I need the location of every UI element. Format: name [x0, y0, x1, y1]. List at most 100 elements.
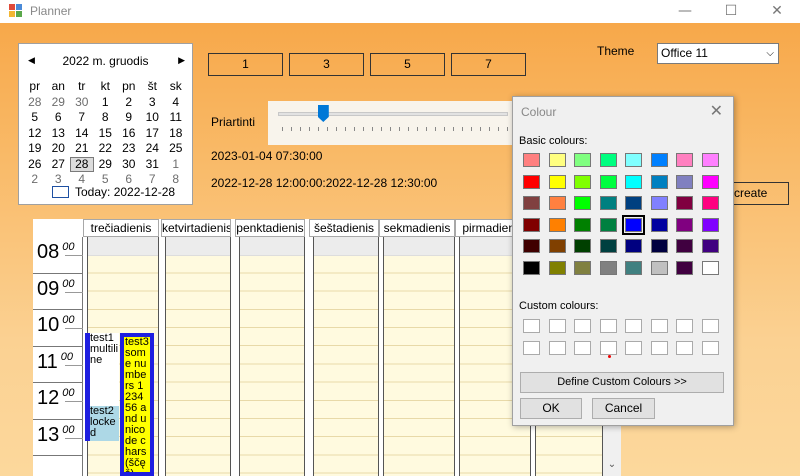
basic-colour-swatch[interactable]: [701, 196, 719, 210]
basic-colour-swatch[interactable]: [650, 260, 668, 275]
basic-colour-swatch[interactable]: [523, 260, 540, 275]
basic-colour-swatch[interactable]: [625, 174, 642, 189]
basic-colour-swatch[interactable]: [599, 196, 617, 210]
triangle-right-icon[interactable]: ▶: [178, 55, 185, 66]
basic-colour-swatch[interactable]: [523, 153, 540, 167]
basic-colour-swatch[interactable]: [599, 239, 617, 253]
calendar-day[interactable]: 2: [117, 95, 141, 111]
custom-colour-swatch[interactable]: [523, 341, 540, 355]
calendar-day[interactable]: 12: [23, 126, 47, 142]
calendar-day[interactable]: 31: [141, 157, 165, 173]
today-label[interactable]: Today: 2022-12-28: [75, 185, 175, 199]
days-5-button[interactable]: 5: [370, 53, 445, 76]
basic-colour-swatch[interactable]: [523, 174, 540, 189]
basic-colour-swatch[interactable]: [523, 196, 540, 210]
calendar-day[interactable]: 1: [164, 157, 188, 173]
basic-colour-swatch[interactable]: [574, 196, 591, 210]
zoom-slider[interactable]: [268, 101, 512, 145]
day-header[interactable]: trečiadienis: [83, 219, 159, 237]
basic-colour-swatch[interactable]: [701, 153, 719, 167]
calendar-day[interactable]: 15: [94, 126, 118, 142]
basic-colour-swatch[interactable]: [599, 174, 617, 189]
calendar-day[interactable]: 24: [141, 141, 165, 157]
close-icon[interactable]: ✕: [754, 0, 800, 23]
basic-colour-swatch[interactable]: [676, 174, 693, 189]
basic-colour-swatch[interactable]: [574, 260, 591, 275]
basic-colour-swatch[interactable]: [599, 153, 617, 167]
calendar-day[interactable]: 10: [141, 110, 165, 126]
basic-colour-swatch[interactable]: [548, 239, 566, 253]
basic-colour-swatch[interactable]: [548, 217, 566, 232]
basic-colour-swatch[interactable]: [701, 174, 719, 189]
calendar-day[interactable]: 23: [117, 141, 141, 157]
custom-colour-swatch[interactable]: [676, 319, 693, 333]
days-3-button[interactable]: 3: [289, 53, 364, 76]
schedule-event[interactable]: test3 some numbers 123456 and unicode ch…: [120, 333, 154, 476]
custom-colour-swatch[interactable]: [676, 341, 693, 355]
basic-colour-swatch[interactable]: [574, 239, 591, 253]
custom-colour-swatch[interactable]: [625, 341, 642, 355]
calendar-day[interactable]: 4: [164, 95, 188, 111]
calendar-day[interactable]: 6: [47, 110, 71, 126]
calendar-day[interactable]: 29: [47, 95, 71, 111]
calendar-day[interactable]: 2: [23, 172, 47, 188]
basic-colour-swatch[interactable]: [676, 239, 693, 253]
close-icon[interactable]: ✕: [710, 101, 723, 120]
days-7-button[interactable]: 7: [451, 53, 526, 76]
chevron-down-icon[interactable]: ⌄: [603, 459, 621, 476]
calendar-day[interactable]: 9: [117, 110, 141, 126]
calendar-day[interactable]: 27: [47, 157, 71, 173]
calendar-day[interactable]: 5: [23, 110, 47, 126]
calendar-day[interactable]: 21: [70, 141, 94, 157]
custom-colour-swatch[interactable]: [701, 319, 719, 333]
define-custom-colours-button[interactable]: Define Custom Colours >>: [520, 372, 724, 393]
basic-colour-swatch[interactable]: [599, 260, 617, 275]
calendar-day[interactable]: 19: [23, 141, 47, 157]
basic-colour-swatch[interactable]: [574, 174, 591, 189]
basic-colour-swatch[interactable]: [622, 214, 645, 235]
basic-colour-swatch[interactable]: [523, 239, 540, 253]
custom-colour-swatch[interactable]: [701, 341, 719, 355]
calendar-day[interactable]: 28: [23, 95, 47, 111]
day-column[interactable]: [383, 237, 455, 476]
basic-colour-swatch[interactable]: [650, 196, 668, 210]
basic-colour-swatch[interactable]: [599, 217, 617, 232]
schedule-event[interactable]: test1 multiline: [85, 333, 119, 406]
calendar-day[interactable]: 25: [164, 141, 188, 157]
basic-colour-swatch[interactable]: [625, 239, 642, 253]
basic-colour-swatch[interactable]: [650, 217, 668, 232]
custom-colour-swatch[interactable]: [574, 319, 591, 333]
calendar-day[interactable]: 13: [47, 126, 71, 142]
basic-colour-swatch[interactable]: [625, 260, 642, 275]
custom-colour-swatch[interactable]: [599, 341, 617, 355]
basic-colour-swatch[interactable]: [701, 239, 719, 253]
maximize-icon[interactable]: ☐: [708, 0, 754, 23]
basic-colour-swatch[interactable]: [548, 196, 566, 210]
basic-colour-swatch[interactable]: [523, 217, 540, 232]
basic-colour-swatch[interactable]: [548, 153, 566, 167]
slider-thumb[interactable]: [317, 105, 329, 122]
basic-colour-swatch[interactable]: [548, 174, 566, 189]
schedule-event[interactable]: test2 locked: [85, 406, 119, 441]
basic-colour-swatch[interactable]: [701, 217, 719, 232]
day-column[interactable]: [165, 237, 231, 476]
ok-button[interactable]: OK: [520, 398, 582, 419]
basic-colour-swatch[interactable]: [676, 217, 693, 232]
day-column[interactable]: [313, 237, 379, 476]
month-calendar[interactable]: ◀ 2022 m. gruodis ▶ pr an tr kt pn št sk 28 29 30…: [18, 43, 193, 205]
day-column[interactable]: [239, 237, 305, 476]
calendar-day[interactable]: 30: [117, 157, 141, 173]
basic-colour-swatch[interactable]: [676, 260, 693, 275]
cancel-button[interactable]: Cancel: [592, 398, 655, 419]
calendar-day[interactable]: 1: [94, 95, 118, 111]
basic-colour-swatch[interactable]: [676, 196, 693, 210]
calendar-day[interactable]: 18: [164, 126, 188, 142]
calendar-day[interactable]: 30: [70, 95, 94, 111]
calendar-day[interactable]: 7: [70, 110, 94, 126]
create-button[interactable]: create: [727, 182, 789, 205]
custom-colour-swatch[interactable]: [625, 319, 642, 333]
days-1-button[interactable]: 1: [208, 53, 283, 76]
day-header[interactable]: penktadienis: [235, 219, 305, 237]
basic-colour-swatch[interactable]: [650, 239, 668, 253]
calendar-day[interactable]: 8: [94, 110, 118, 126]
